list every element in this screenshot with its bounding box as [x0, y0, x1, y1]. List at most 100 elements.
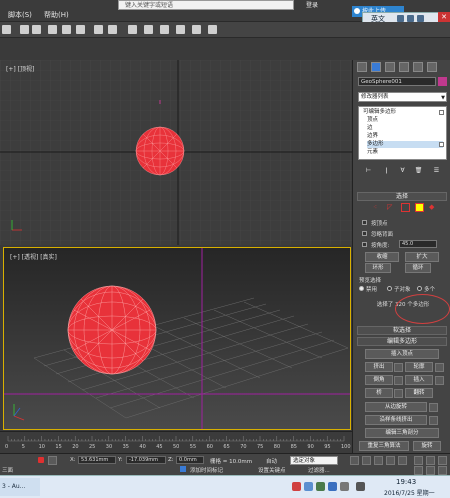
modifier-stack[interactable]: 可编辑多边形 顶点 边 边界 多边形 元素	[358, 106, 447, 160]
border-mode-icon[interactable]	[401, 203, 410, 212]
extrude-button[interactable]: 挤出	[365, 362, 393, 372]
x-coordinate-field[interactable]: 53.631mm	[78, 456, 116, 464]
previous-frame-icon[interactable]	[362, 456, 371, 465]
preview-multi-radio[interactable]	[417, 286, 422, 291]
create-tab-icon[interactable]	[357, 62, 367, 72]
edge-mode-icon[interactable]: ◸	[387, 203, 396, 212]
zoom-icon[interactable]	[414, 456, 423, 465]
inset-settings-icon[interactable]	[435, 376, 444, 385]
insert-vertex-button[interactable]: 插入顶点	[365, 349, 439, 359]
loop-button[interactable]: 循环	[405, 263, 431, 273]
login-link[interactable]: 登录	[306, 0, 318, 9]
grow-button[interactable]: 扩大	[405, 252, 439, 262]
ime-settings-icon[interactable]	[417, 15, 424, 22]
object-color-swatch[interactable]	[438, 77, 447, 86]
y-coordinate-field[interactable]: -17.039mm	[126, 456, 166, 464]
display-tab-icon[interactable]	[413, 62, 423, 72]
auto-key-button[interactable]: 自动	[266, 457, 277, 465]
extrude-along-spline-settings-icon[interactable]	[429, 416, 438, 425]
ignore-backfacing-checkbox[interactable]	[362, 231, 367, 236]
tray-app-icon[interactable]	[292, 482, 301, 491]
go-to-end-icon[interactable]	[398, 456, 407, 465]
pin-stack-icon[interactable]: ⊢	[364, 167, 373, 176]
element-mode-icon[interactable]: ◆	[429, 203, 438, 212]
timeline[interactable]: 0 5 10 15 20 25 30 35 40 45 50 55 60 65 70 75 80 85 90 95 10…	[0, 431, 352, 453]
edit-polygons-rollout-title[interactable]: 编辑多边形	[357, 337, 447, 346]
bevel-button[interactable]: 倒角	[365, 375, 393, 385]
search-input[interactable]: 键入关键字或短语	[118, 0, 294, 10]
viewport-perspective[interactable]: [+] [透视] [真实]	[3, 247, 351, 430]
angle-spinner[interactable]: 45.0	[399, 240, 437, 248]
stack-item-element[interactable]: 元素	[367, 149, 378, 156]
lock-selection-icon[interactable]	[38, 457, 44, 463]
maximize-viewport-icon[interactable]	[438, 466, 447, 475]
field-of-view-icon[interactable]	[414, 466, 423, 475]
play-icon[interactable]	[374, 456, 383, 465]
z-coordinate-field[interactable]: 0.0mm	[176, 456, 204, 464]
viewport-top[interactable]: [+] [顶视]	[0, 60, 352, 245]
selection-rollout-title[interactable]: 选择	[357, 192, 447, 201]
tray-volume-icon[interactable]	[340, 482, 349, 491]
bind-space-warp-icon[interactable]	[48, 25, 57, 34]
bevel-settings-icon[interactable]	[394, 376, 403, 385]
preview-disabled-radio[interactable]	[359, 286, 364, 291]
stack-item-edge[interactable]: 边	[367, 125, 373, 132]
next-frame-icon[interactable]	[386, 456, 395, 465]
rotate-icon[interactable]	[108, 25, 117, 34]
modify-tab-icon[interactable]	[371, 62, 381, 72]
angle-snap-icon[interactable]	[160, 25, 169, 34]
ring-button[interactable]: 环形	[365, 263, 391, 273]
hierarchy-tab-icon[interactable]	[385, 62, 395, 72]
select-by-name-icon[interactable]	[76, 25, 85, 34]
set-key-button[interactable]: 设置关键点	[258, 466, 286, 474]
unlink-icon[interactable]	[32, 25, 41, 34]
modifier-list-dropdown[interactable]: 修改器列表 ▼	[358, 92, 447, 102]
tray-network-icon[interactable]	[304, 482, 313, 491]
shrink-button[interactable]: 收缩	[365, 252, 399, 262]
extrude-settings-icon[interactable]	[394, 363, 403, 372]
bridge-settings-icon[interactable]	[394, 389, 403, 398]
show-end-result-icon[interactable]: ǀ	[382, 167, 391, 176]
vertex-mode-icon[interactable]: ⁖	[373, 203, 382, 212]
sphere-perspective[interactable]	[67, 285, 157, 375]
absolute-mode-icon[interactable]	[48, 456, 57, 465]
retriangulate-button[interactable]: 重复三角算法	[359, 441, 409, 451]
bridge-button[interactable]: 桥	[365, 388, 393, 398]
close-button[interactable]: ✕	[438, 12, 450, 22]
material-editor-icon[interactable]	[208, 25, 217, 34]
flip-button[interactable]: 翻转	[405, 388, 433, 398]
inset-button[interactable]: 插入	[405, 375, 433, 385]
tray-security-icon[interactable]	[316, 482, 325, 491]
configure-sets-icon[interactable]: ☰	[432, 167, 441, 176]
tray-power-icon[interactable]	[356, 482, 365, 491]
undo-icon[interactable]	[2, 25, 11, 34]
ime-punctuation-icon[interactable]	[397, 15, 404, 22]
sphere-top[interactable]	[135, 126, 185, 176]
soft-selection-rollout-title[interactable]: 软选择	[357, 326, 447, 335]
extrude-along-spline-button[interactable]: 沿样条线挤出	[365, 415, 427, 425]
motion-tab-icon[interactable]	[399, 62, 409, 72]
zoom-extents-icon[interactable]	[426, 466, 435, 475]
move-icon[interactable]	[94, 25, 103, 34]
turn-button[interactable]: 旋转	[413, 441, 441, 451]
object-name-field[interactable]: GeoSphere001	[358, 77, 436, 86]
remove-modifier-icon[interactable]: 🗑	[414, 167, 423, 176]
preview-subobject-radio[interactable]	[387, 286, 392, 291]
edit-triangulation-button[interactable]: 编辑三角剖分	[365, 428, 439, 438]
outline-settings-icon[interactable]	[435, 363, 444, 372]
ime-keyboard-icon[interactable]	[407, 15, 414, 22]
polygon-mode-icon[interactable]	[415, 203, 424, 212]
menu-help[interactable]: 帮助(H)	[44, 10, 69, 20]
outline-button[interactable]: 轮廓	[405, 362, 433, 372]
align-icon[interactable]	[192, 25, 201, 34]
stack-item-vertex[interactable]: 顶点	[367, 117, 378, 124]
clock-date[interactable]: 2016/7/25 星期一	[384, 488, 435, 497]
selected-dropdown[interactable]: 选定对象	[290, 456, 338, 465]
select-object-icon[interactable]	[62, 25, 71, 34]
utilities-tab-icon[interactable]	[427, 62, 437, 72]
viewport-top-label[interactable]: [+] [顶视]	[6, 64, 34, 73]
orbit-icon[interactable]	[438, 456, 447, 465]
taskbar-app-3dsmax[interactable]: 3 - Au...	[0, 478, 40, 496]
stack-item-editable-poly[interactable]: 可编辑多边形	[363, 109, 396, 116]
scale-icon[interactable]	[128, 25, 137, 34]
